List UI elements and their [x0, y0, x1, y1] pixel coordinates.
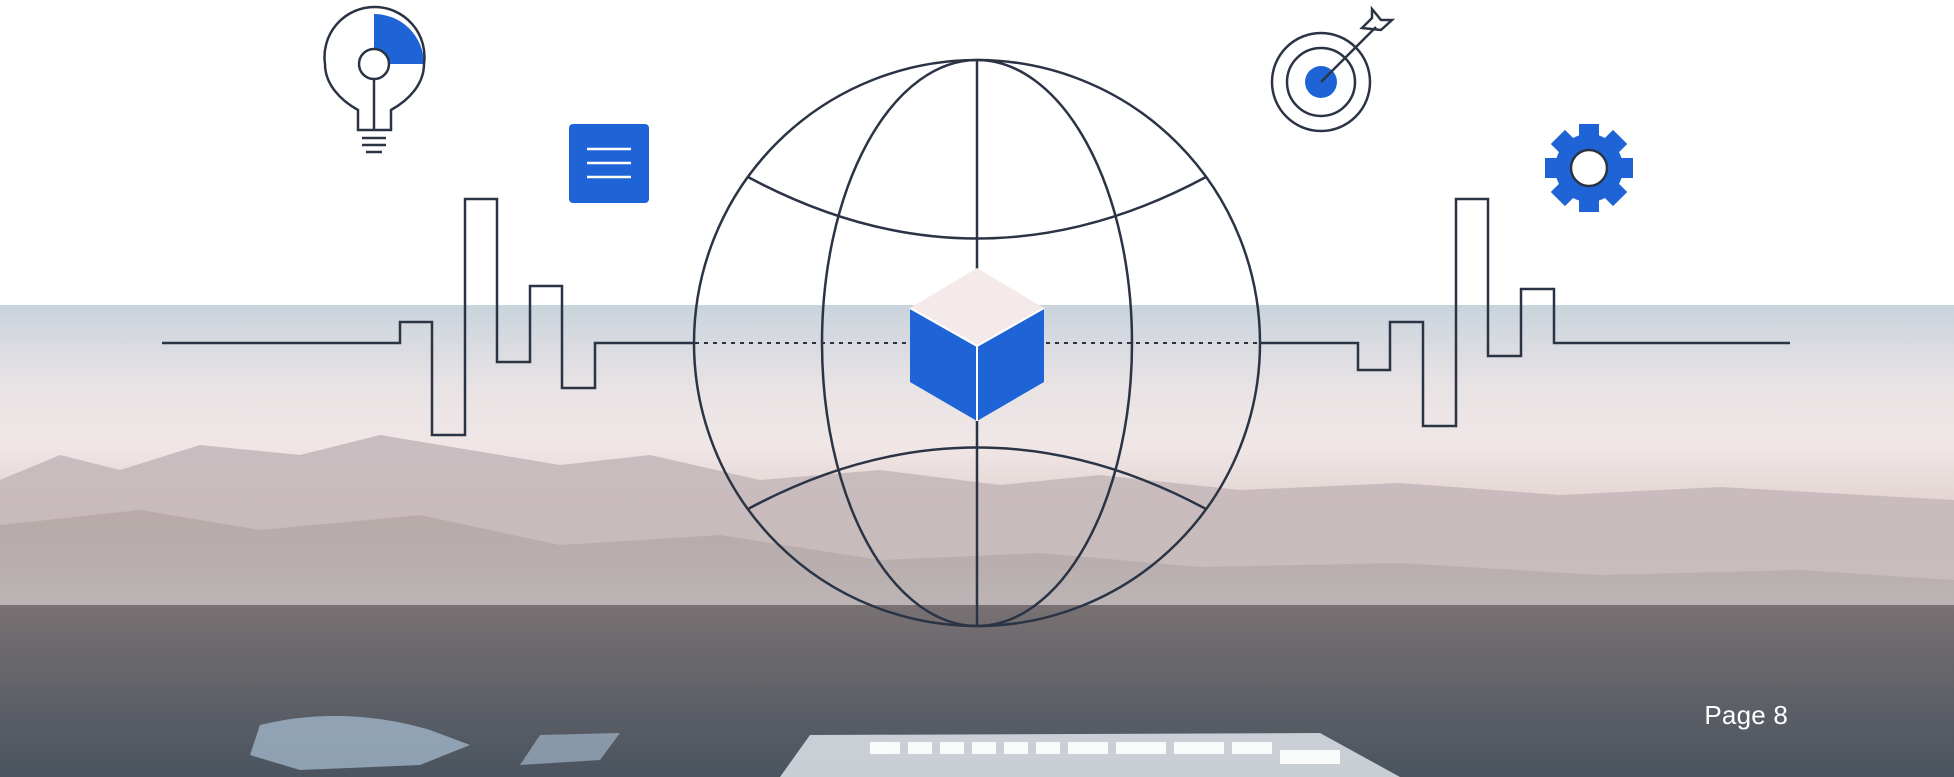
document-lines-icon [569, 124, 649, 203]
network-graphic [162, 5, 1790, 628]
lightbulb-icon [323, 5, 426, 154]
page-number: Page 8 [1704, 700, 1788, 730]
pulse-line-left [162, 197, 695, 437]
gear-icon [1545, 124, 1633, 212]
cube-icon [909, 268, 1045, 421]
slide-page: Page 8 [0, 0, 1954, 777]
target-arrow-icon [1270, 5, 1396, 133]
pulse-line-right [1260, 197, 1790, 428]
